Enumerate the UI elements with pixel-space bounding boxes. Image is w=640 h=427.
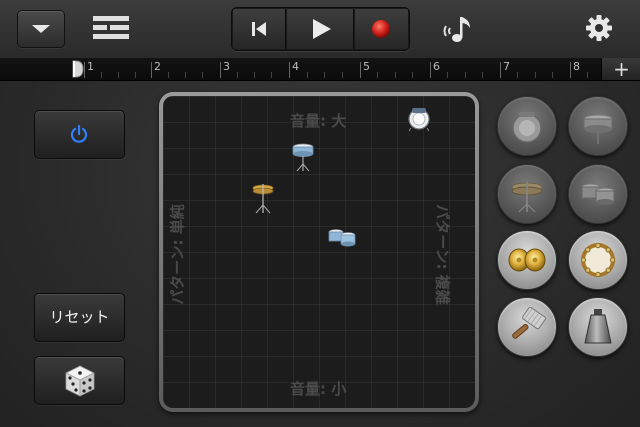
skip-to-start-icon: [252, 22, 266, 36]
transport-controls: [231, 7, 410, 51]
play-button[interactable]: [287, 9, 354, 49]
drummer-app: 1 2 3 4 5 6 7 8 + リセット 音量: 大 音量: 小 パターン:…: [0, 0, 640, 427]
settings-button[interactable]: [582, 11, 616, 45]
play-icon: [313, 19, 331, 39]
chevron-down-icon: [32, 25, 50, 33]
hi-hat-icon[interactable]: [251, 182, 275, 214]
gear-icon: [586, 15, 612, 41]
randomize-button[interactable]: [34, 356, 125, 405]
menu-dropdown-button[interactable]: [17, 10, 65, 48]
pad-label-volume-high: 音量: 大: [290, 112, 347, 130]
instrument-tambourine-button[interactable]: [568, 230, 628, 290]
ruler-tick: [570, 62, 571, 78]
toolbar: [0, 0, 640, 59]
timeline-ruler[interactable]: 1 2 3 4 5 6 7 8: [0, 58, 640, 81]
reset-button[interactable]: リセット: [34, 293, 125, 342]
instrument-hihat-button[interactable]: [497, 164, 557, 224]
playhead-marker[interactable]: [72, 60, 84, 78]
ruler-mark: 5: [363, 60, 370, 73]
instrument-cowbell-button[interactable]: [568, 297, 628, 357]
ruler-tick: [220, 62, 221, 78]
ruler-mark: 7: [503, 60, 510, 73]
pattern-volume-pad-frame: 音量: 大 音量: 小 パターン: 単純 パターン: 複雑: [159, 92, 479, 412]
hi-hat-icon: [511, 182, 543, 213]
power-icon: [70, 124, 88, 143]
pad-label-pattern-complex: パターン: 複雑: [433, 204, 452, 305]
ruler-mark: 1: [87, 60, 94, 73]
dice-icon: [65, 365, 95, 397]
ruler-tick: [151, 62, 152, 78]
toms-icon: [581, 183, 615, 205]
record-icon: [372, 20, 390, 38]
ruler-tick: [84, 62, 85, 78]
cowbell-icon: [584, 309, 612, 344]
pad-label-pattern-simple: パターン: 単純: [168, 204, 187, 305]
ruler-tick: [289, 62, 290, 78]
instrument-browser-icon: [443, 17, 470, 42]
snare-drum-icon: [583, 114, 613, 144]
ruler-mark: 2: [154, 60, 161, 73]
instrument-toms-button[interactable]: [568, 164, 628, 224]
toms-icon[interactable]: [327, 226, 357, 248]
shaker-icon: [512, 307, 546, 339]
instrument-snare-button[interactable]: [568, 96, 628, 156]
instrument-browser-button[interactable]: [440, 12, 478, 46]
instrument-kick-button[interactable]: [497, 96, 557, 156]
pad-label-volume-low: 音量: 小: [290, 380, 347, 398]
go-to-beginning-button[interactable]: [233, 9, 286, 49]
ruler-tick: [360, 62, 361, 78]
crash-cymbals-icon: [508, 248, 546, 272]
tambourine-icon: [580, 242, 616, 278]
add-section-button[interactable]: +: [601, 58, 640, 80]
ruler-mark: 6: [433, 60, 440, 73]
ruler-tick: [500, 62, 501, 78]
pattern-volume-pad[interactable]: 音量: 大 音量: 小 パターン: 単純 パターン: 複雑: [163, 96, 475, 408]
instrument-cymbals-button[interactable]: [497, 230, 557, 290]
tracks-view-button[interactable]: [92, 14, 130, 42]
tracks-view-icon: [93, 16, 129, 39]
ruler-mark: 4: [292, 60, 299, 73]
ruler-mark: 3: [223, 60, 230, 73]
record-button[interactable]: [355, 9, 408, 49]
drummer-power-button[interactable]: [34, 110, 125, 159]
ruler-tick: [430, 62, 431, 78]
kick-drum-icon[interactable]: [407, 106, 431, 132]
instrument-shaker-button[interactable]: [497, 297, 557, 357]
kick-drum-icon: [512, 112, 542, 143]
ruler-mark: 8: [573, 60, 580, 73]
snare-drum-icon[interactable]: [291, 142, 315, 172]
